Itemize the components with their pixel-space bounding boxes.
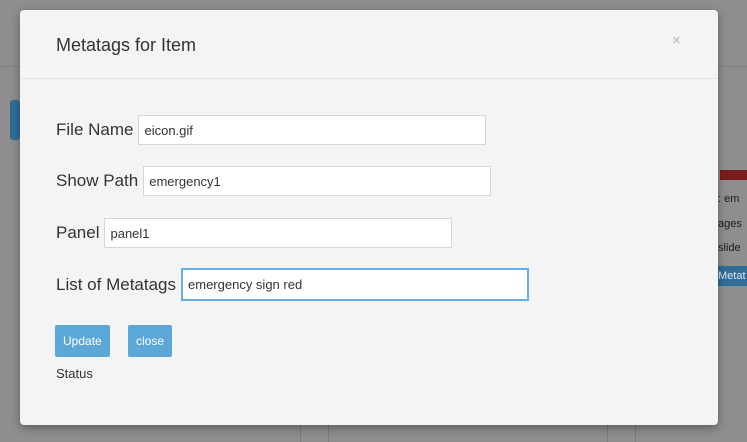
metatags-modal: Metatags for Item × File Name Show Path … bbox=[20, 10, 718, 425]
close-button[interactable]: close bbox=[128, 325, 173, 357]
panel-row: Panel bbox=[56, 218, 453, 248]
background-side-text: : em bbox=[718, 193, 740, 205]
background-column-line bbox=[328, 425, 329, 442]
show-path-input[interactable] bbox=[143, 166, 492, 196]
modal-title: Metatags for Item bbox=[56, 35, 197, 55]
show-path-row: Show Path bbox=[56, 166, 492, 196]
background-side-text: slide bbox=[718, 242, 741, 254]
update-button[interactable]: Update bbox=[55, 325, 110, 357]
modal-header: Metatags for Item × bbox=[20, 10, 718, 79]
background-column-line bbox=[300, 425, 301, 442]
background-column-line bbox=[635, 425, 636, 442]
panel-label: Panel bbox=[56, 223, 100, 242]
metatags-label: List of Metatags bbox=[56, 274, 177, 294]
metatags-row: List of Metatags bbox=[56, 268, 530, 301]
file-name-label: File Name bbox=[56, 120, 134, 139]
panel-input[interactable] bbox=[104, 218, 453, 248]
file-name-row: File Name bbox=[56, 115, 487, 145]
metatags-input[interactable] bbox=[181, 268, 530, 301]
background-column-line bbox=[607, 425, 608, 442]
background-thumbnail bbox=[720, 170, 747, 180]
show-path-label: Show Path bbox=[56, 171, 139, 190]
background-left-tab bbox=[10, 100, 20, 140]
status-label: Status bbox=[56, 366, 93, 381]
file-name-input[interactable] bbox=[138, 115, 487, 145]
close-icon[interactable]: × bbox=[672, 32, 681, 49]
background-side-text: ages bbox=[718, 218, 742, 230]
background-side-badge: Metat bbox=[718, 266, 747, 286]
